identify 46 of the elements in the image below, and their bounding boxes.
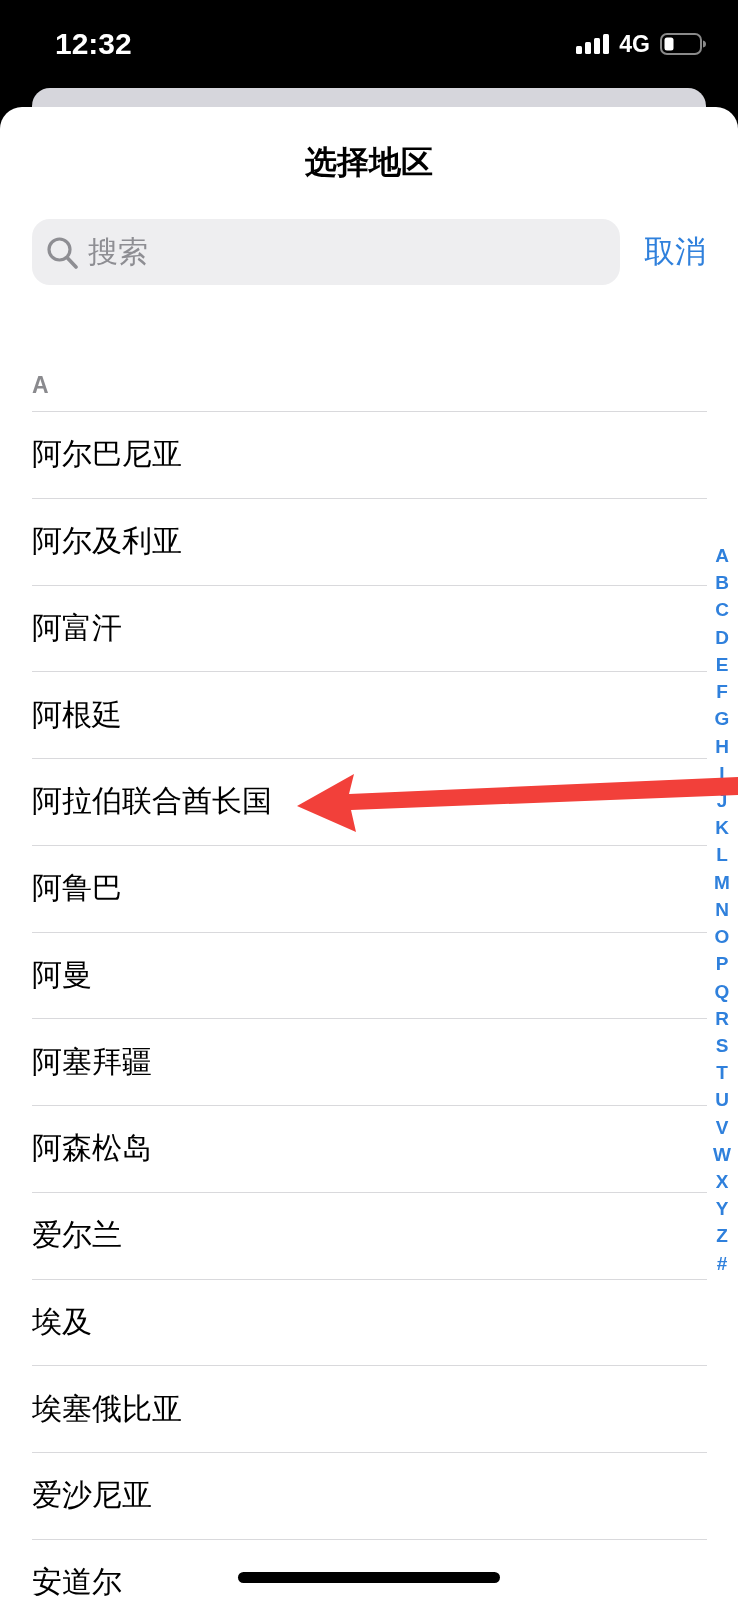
index-letter[interactable]: F	[707, 678, 737, 706]
index-letter[interactable]: K	[707, 814, 737, 842]
index-letter[interactable]: N	[707, 895, 737, 924]
index-letter[interactable]: Q	[707, 977, 737, 1005]
index-letter[interactable]: #	[707, 1249, 737, 1277]
status-time: 12:32	[55, 26, 132, 62]
region-item[interactable]: 阿尔巴尼亚	[32, 412, 707, 499]
index-letter[interactable]: A	[707, 542, 737, 570]
index-letter[interactable]: E	[707, 650, 737, 679]
region-item[interactable]: 爱尔兰	[32, 1192, 707, 1280]
index-letter[interactable]: D	[707, 623, 737, 651]
index-letter[interactable]: B	[707, 569, 737, 597]
index-letter[interactable]: P	[707, 950, 737, 978]
region-item[interactable]: 阿塞拜疆	[32, 1019, 707, 1106]
region-item[interactable]: 爱沙尼亚	[32, 1453, 707, 1540]
battery-icon	[660, 33, 706, 55]
index-letter[interactable]: C	[707, 596, 737, 624]
index-letter[interactable]: W	[707, 1140, 737, 1169]
search-field[interactable]: 搜索	[32, 219, 620, 285]
index-letter[interactable]: O	[707, 923, 737, 951]
index-letter[interactable]: U	[707, 1086, 737, 1114]
signal-icon	[576, 34, 610, 54]
index-letter[interactable]: G	[707, 705, 737, 733]
index-letter[interactable]: Y	[707, 1195, 737, 1223]
region-item[interactable]: 阿鲁巴	[32, 845, 707, 933]
sheet-title: 选择地区	[304, 143, 434, 182]
section-header: A	[32, 360, 707, 412]
region-item[interactable]: 阿曼	[32, 932, 707, 1020]
index-letter[interactable]: S	[707, 1031, 737, 1060]
index-letter[interactable]: V	[707, 1113, 737, 1141]
index-letter[interactable]: T	[707, 1059, 737, 1087]
region-item[interactable]: 阿尔及利亚	[32, 498, 707, 586]
network-label: 4G	[619, 30, 650, 58]
cancel-button[interactable]: 取消	[644, 232, 706, 272]
region-item[interactable]: 埃塞俄比亚	[32, 1366, 707, 1453]
index-letter[interactable]: M	[707, 868, 737, 896]
index-letter[interactable]: L	[707, 841, 737, 869]
index-letter[interactable]: X	[707, 1168, 737, 1196]
region-item[interactable]: 阿富汗	[32, 585, 707, 673]
index-letter[interactable]: H	[707, 732, 737, 760]
region-item[interactable]: 阿根廷	[32, 672, 707, 759]
region-item[interactable]: 阿森松岛	[32, 1106, 707, 1193]
index-letter[interactable]: R	[707, 1004, 737, 1032]
search-icon	[47, 237, 78, 269]
index-letter[interactable]: Z	[707, 1222, 737, 1250]
region-item[interactable]: 埃及	[32, 1279, 707, 1367]
